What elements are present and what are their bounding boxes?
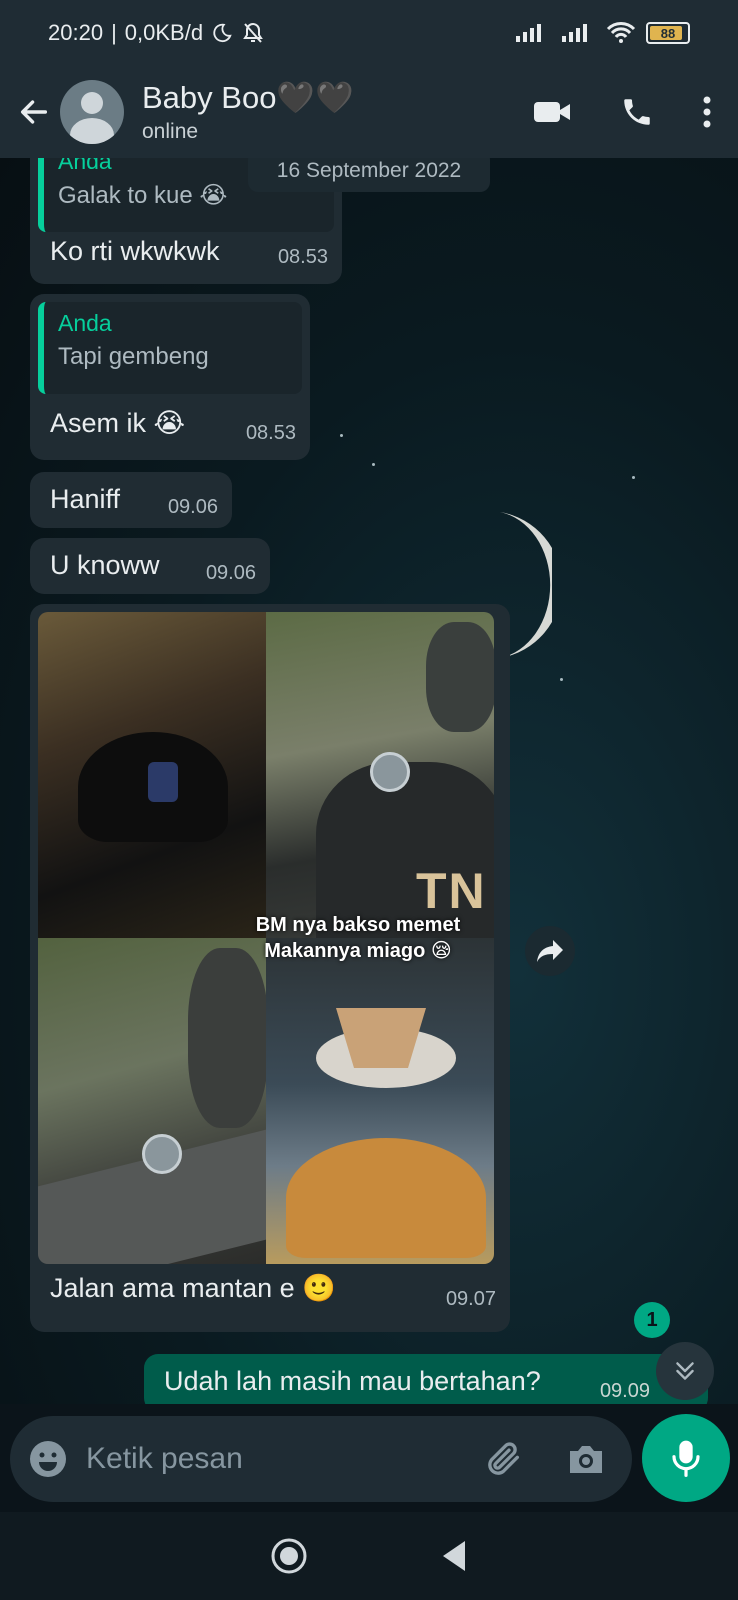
back-nav-icon[interactable] <box>439 1539 469 1573</box>
message-time: 09.06 <box>167 496 218 518</box>
system-nav-bar <box>0 1512 738 1600</box>
message-text: U knoww <box>50 550 160 580</box>
network-speed: 0,0KB/d <box>124 20 204 45</box>
scooter-screen <box>148 762 178 802</box>
status-bar: 20:20 | 0,0KB/d 88 <box>0 0 738 66</box>
status-right: 88 <box>514 21 690 45</box>
photo-tile <box>38 612 266 938</box>
quote-text: Tapi gembeng <box>58 343 209 370</box>
image-message-bubble[interactable]: TN BM nya bakso memet Makannya miago 😪 J… <box>30 604 510 1332</box>
wifi-icon <box>606 22 636 43</box>
unread-count-badge: 1 <box>634 1302 670 1338</box>
message-bubble[interactable]: U knoww 09.06 <box>30 538 270 594</box>
header-actions <box>532 95 726 129</box>
message-time: 09.09 <box>599 1380 650 1402</box>
status-separator: | <box>111 20 117 45</box>
emoji-icon[interactable] <box>28 1439 68 1479</box>
message-text: Haniff <box>50 484 121 514</box>
clock: 20:20 <box>48 20 104 45</box>
chat-header: Baby Boo🖤🖤 online <box>0 66 738 158</box>
bell-off-icon <box>243 22 263 43</box>
mirror-shape <box>142 1134 182 1174</box>
message-bubble[interactable]: Haniff 09.06 <box>30 472 232 528</box>
double-chevron-down-icon <box>676 1362 694 1380</box>
message-text: Ko rti wkwkwk <box>50 236 220 266</box>
avatar-body <box>70 118 114 144</box>
mirror-shape <box>370 752 410 792</box>
status-left: 20:20 | 0,0KB/d <box>48 20 265 46</box>
helmet <box>188 948 268 1128</box>
camera-icon[interactable] <box>566 1441 606 1477</box>
photo-collage[interactable]: TN BM nya bakso memet Makannya miago 😪 <box>38 612 494 1264</box>
battery-level: 88 <box>660 25 676 41</box>
message-text: Jalan ama mantan e 🙂 <box>50 1273 336 1303</box>
mic-icon <box>672 1440 700 1477</box>
phone-icon[interactable] <box>620 95 654 129</box>
video-call-icon[interactable] <box>532 98 572 126</box>
contact-info[interactable]: Baby Boo🖤🖤 online <box>142 80 354 144</box>
arrow-left-icon <box>20 100 48 124</box>
forward-icon <box>537 940 563 962</box>
composer-bar: Ketik pesan <box>0 1404 738 1512</box>
battery-indicator: 88 <box>646 22 690 44</box>
moon-dnd-icon <box>213 23 232 43</box>
message-text: Asem ik 😭 <box>50 408 186 438</box>
contact-name: Baby Boo🖤🖤 <box>142 80 354 115</box>
message-text: Udah lah masih mau bertahan? <box>164 1366 541 1396</box>
scroll-to-bottom-button[interactable] <box>656 1342 714 1400</box>
photo-tile <box>38 938 268 1264</box>
home-nav-icon[interactable] <box>269 1536 309 1576</box>
message-time: 09.07 <box>445 1288 496 1310</box>
overlay-line-2: Makannya miago 😪 <box>264 940 452 962</box>
message-bubble[interactable]: Anda Tapi gembeng Asem ik 😭 08.53 <box>30 294 310 460</box>
composer-icons <box>484 1439 614 1479</box>
signal-icon-2 <box>562 24 587 42</box>
more-vert-icon[interactable] <box>702 95 712 129</box>
paperclip-icon[interactable] <box>484 1439 524 1479</box>
contact-status: online <box>142 120 199 143</box>
noodles <box>286 1138 486 1258</box>
message-time: 08.53 <box>245 422 296 444</box>
outgoing-message-bubble[interactable]: Udah lah masih mau bertahan? 09.09 <box>144 1354 708 1404</box>
helmet <box>426 622 494 732</box>
message-time: 09.06 <box>205 562 256 584</box>
back-button[interactable] <box>12 90 56 134</box>
message-input-placeholder: Ketik pesan <box>86 1442 243 1475</box>
signal-icon <box>516 24 541 42</box>
message-input[interactable]: Ketik pesan <box>10 1416 632 1502</box>
photo-tile <box>266 938 494 1264</box>
chat-area[interactable]: Anda Galak to kue 😭 Ko rti wkwkwk 08.53 … <box>0 158 738 1404</box>
forward-button[interactable] <box>525 926 575 976</box>
avatar-head <box>81 92 103 114</box>
quoted-message[interactable]: Anda Tapi gembeng <box>38 302 302 394</box>
date-chip: 16 September 2022 <box>248 158 490 192</box>
star <box>632 476 635 479</box>
message-time: 08.53 <box>277 246 328 268</box>
avatar[interactable] <box>60 80 124 144</box>
image-caption-overlay: BM nya bakso memet Makannya miago 😪 <box>218 912 494 964</box>
star <box>372 463 375 466</box>
star <box>560 678 563 681</box>
quote-author: Anda <box>58 310 112 336</box>
mic-button[interactable] <box>642 1414 730 1502</box>
overlay-line-1: BM nya bakso memet <box>255 914 461 936</box>
star <box>340 434 343 437</box>
